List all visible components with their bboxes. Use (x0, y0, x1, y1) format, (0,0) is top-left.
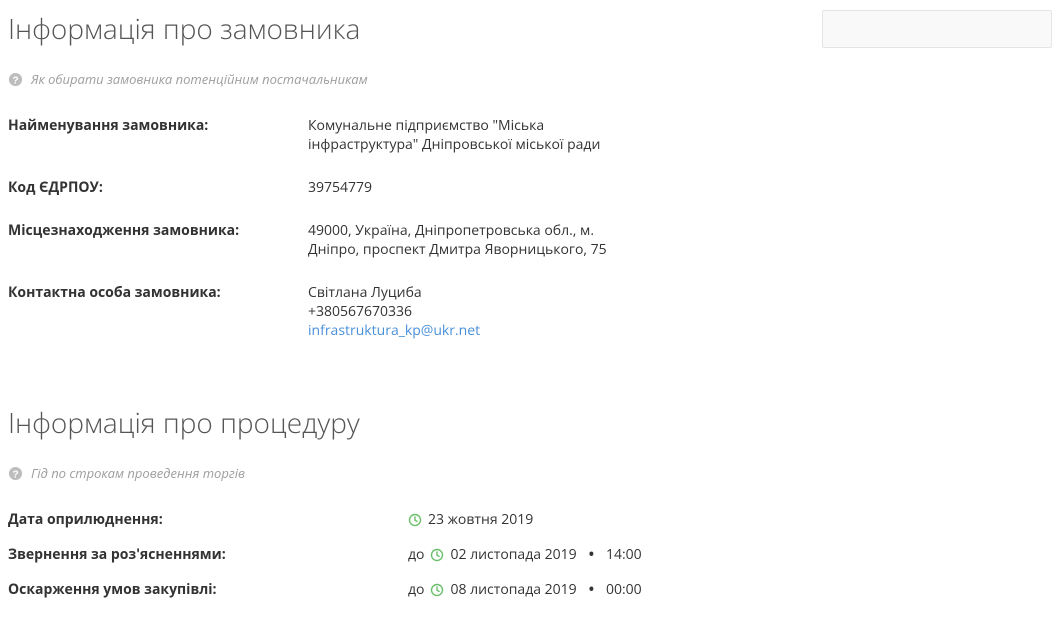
separator-dot: • (583, 545, 600, 564)
label-location: Місцезнаходження замовника: (8, 221, 308, 283)
hint-text: Гід по строкам проведення торгів (31, 464, 245, 482)
hint-text: Як обирати замовника потенційним постача… (31, 70, 368, 88)
hint-procedure[interactable]: ? Гід по строкам проведення торгів (8, 464, 1052, 482)
contact-name: Світлана Луциба (308, 283, 648, 302)
separator-dot: • (583, 580, 600, 599)
clock-icon (430, 548, 444, 562)
until-text: до (408, 580, 424, 599)
value-publication-date: 23 жовтня 2019 (428, 510, 533, 529)
value-contact: Світлана Луциба +380567670336 infrastruk… (308, 283, 648, 364)
customer-info-table: Найменування замовника: Комунальне підпр… (8, 116, 648, 364)
label-customer-name: Найменування замовника: (8, 116, 308, 178)
value-appeal-date: 08 листопада 2019 (450, 580, 576, 599)
value-location: 49000, Україна, Дніпропетровська обл., м… (308, 221, 648, 283)
value-customer-name: Комунальне підприємство "Міська інфрастр… (308, 116, 648, 178)
label-clarification: Звернення за роз'ясненнями: (8, 545, 408, 580)
side-panel-placeholder (822, 10, 1052, 48)
question-circle-icon: ? (8, 466, 23, 481)
section-title-procedure: Інформація про процедуру (8, 404, 1052, 442)
label-edrpou: Код ЄДРПОУ: (8, 178, 308, 221)
value-edrpou: 39754779 (308, 178, 648, 221)
hint-customer[interactable]: ? Як обирати замовника потенційним поста… (8, 70, 1052, 88)
value-clarification-time: 14:00 (606, 545, 642, 564)
contact-email-link[interactable]: infrastruktura_kp@ukr.net (308, 321, 648, 340)
svg-text:?: ? (12, 469, 18, 480)
value-appeal-time: 00:00 (606, 580, 642, 599)
label-appeal: Оскарження умов закупівлі: (8, 580, 408, 615)
procedure-info-table: Дата оприлюднення: 23 жовтня 2019 Зверне… (8, 510, 642, 615)
contact-phone: +380567670336 (308, 302, 648, 321)
until-text: до (408, 545, 424, 564)
label-publication-date: Дата оприлюднення: (8, 510, 408, 545)
value-clarification-date: 02 листопада 2019 (450, 545, 576, 564)
svg-text:?: ? (12, 75, 18, 86)
clock-icon (430, 583, 444, 597)
question-circle-icon: ? (8, 72, 23, 87)
label-contact: Контактна особа замовника: (8, 283, 308, 364)
clock-icon (408, 513, 422, 527)
